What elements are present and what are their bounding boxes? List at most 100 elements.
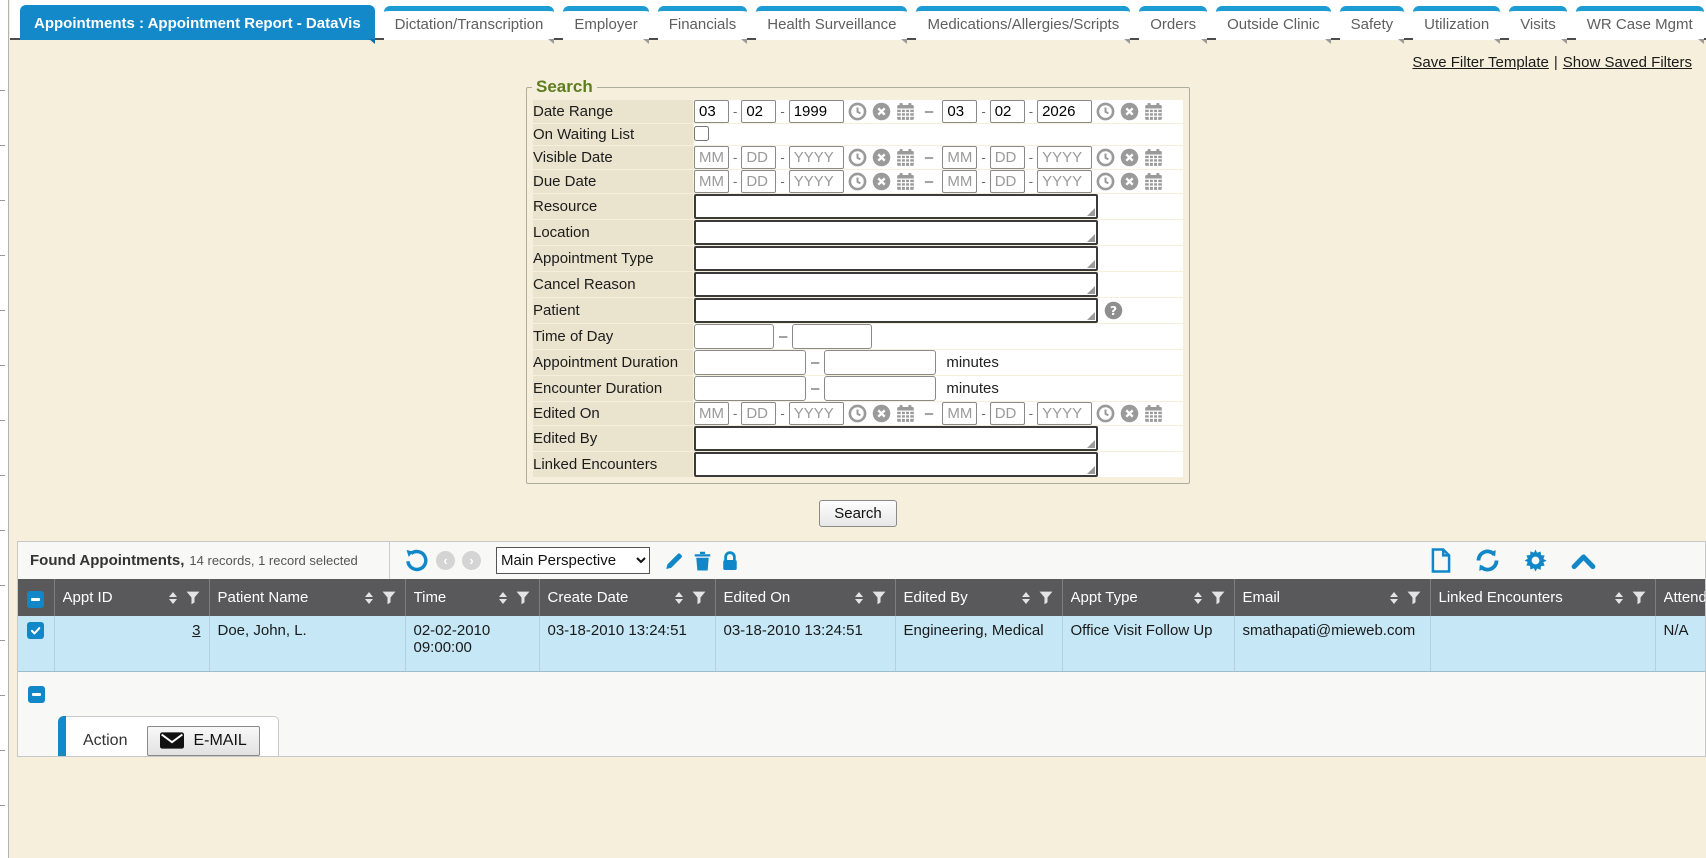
filter-icon[interactable] <box>1211 591 1225 605</box>
edited-on-from-day-input[interactable] <box>741 402 776 425</box>
lock-icon[interactable] <box>721 551 739 571</box>
calendar-icon[interactable] <box>1144 148 1163 167</box>
tab-wr-case-mgmt[interactable]: WR Case Mgmt <box>1576 6 1704 40</box>
edited-on-from-year-input[interactable] <box>789 402 844 425</box>
tab-employer[interactable]: Employer <box>563 6 648 40</box>
column-header-attending[interactable]: Attending <box>1655 579 1706 616</box>
time-of-day-from-input[interactable] <box>694 324 774 349</box>
date-range-from-day-input[interactable] <box>741 100 776 123</box>
visible-date-to-year-input[interactable] <box>1037 146 1092 169</box>
resource-input[interactable] <box>694 194 1098 219</box>
filter-icon[interactable] <box>516 591 530 605</box>
column-header-edited-on[interactable]: Edited On <box>715 579 895 616</box>
date-range-to-month-input[interactable] <box>942 100 977 123</box>
due-date-to-year-input[interactable] <box>1037 170 1092 193</box>
tab-health-surveillance[interactable]: Health Surveillance <box>756 6 907 40</box>
filter-icon[interactable] <box>186 591 200 605</box>
due-date-to-day-input[interactable] <box>990 170 1025 193</box>
clear-date-icon[interactable] <box>1120 148 1139 167</box>
back-icon[interactable]: ‹ <box>436 551 455 570</box>
column-header-appt-type[interactable]: Appt Type <box>1062 579 1234 616</box>
due-date-from-year-input[interactable] <box>789 170 844 193</box>
edited-by-input[interactable] <box>694 426 1098 451</box>
date-range-to-day-input[interactable] <box>990 100 1025 123</box>
sort-icon[interactable] <box>675 592 683 604</box>
undo-icon[interactable] <box>405 549 428 572</box>
sort-icon[interactable] <box>1390 592 1398 604</box>
edited-on-to-day-input[interactable] <box>990 402 1025 425</box>
edited-on-to-month-input[interactable] <box>942 402 977 425</box>
tab-dictation-transcription[interactable]: Dictation/Transcription <box>384 6 555 40</box>
appointment-duration-max-input[interactable] <box>824 350 936 375</box>
tab-visits[interactable]: Visits <box>1509 6 1567 40</box>
calendar-icon[interactable] <box>1144 102 1163 121</box>
filter-icon[interactable] <box>872 591 886 605</box>
visible-date-from-month-input[interactable] <box>694 146 729 169</box>
collapse-results-icon[interactable] <box>28 686 45 703</box>
email-button[interactable]: E-MAIL <box>147 726 259 756</box>
appt-id-link[interactable]: 3 <box>192 622 200 639</box>
select-all-checkbox[interactable] <box>27 591 44 608</box>
delete-trash-icon[interactable] <box>693 551 712 571</box>
filter-icon[interactable] <box>382 591 396 605</box>
column-header-edited-by[interactable]: Edited By <box>895 579 1062 616</box>
visible-date-from-year-input[interactable] <box>789 146 844 169</box>
cancel-reason-input[interactable] <box>694 272 1098 297</box>
calendar-icon[interactable] <box>896 148 915 167</box>
patient-input[interactable] <box>694 298 1098 323</box>
tab-orders[interactable]: Orders <box>1139 6 1207 40</box>
clock-icon[interactable] <box>1096 404 1115 423</box>
edit-pencil-icon[interactable] <box>664 551 684 571</box>
due-date-from-day-input[interactable] <box>741 170 776 193</box>
filter-icon[interactable] <box>1407 591 1421 605</box>
sort-icon[interactable] <box>1194 592 1202 604</box>
encounter-duration-max-input[interactable] <box>824 376 936 401</box>
clock-icon[interactable] <box>1096 102 1115 121</box>
due-date-to-month-input[interactable] <box>942 170 977 193</box>
calendar-icon[interactable] <box>1144 404 1163 423</box>
sort-icon[interactable] <box>1615 592 1623 604</box>
perspective-select[interactable]: Main Perspective <box>496 547 650 574</box>
calendar-icon[interactable] <box>1144 172 1163 191</box>
appointment-type-input[interactable] <box>694 246 1098 271</box>
visible-date-from-day-input[interactable] <box>741 146 776 169</box>
clear-date-icon[interactable] <box>1120 404 1139 423</box>
clear-date-icon[interactable] <box>1120 102 1139 121</box>
collapse-panel-icon[interactable] <box>1571 552 1596 570</box>
appointment-duration-min-input[interactable] <box>694 350 806 375</box>
tab-financials[interactable]: Financials <box>658 6 748 40</box>
save-filter-template-link[interactable]: Save Filter Template <box>1412 54 1548 71</box>
sort-icon[interactable] <box>499 592 507 604</box>
tab-outside-clinic[interactable]: Outside Clinic <box>1216 6 1331 40</box>
clock-icon[interactable] <box>848 172 867 191</box>
column-header-email[interactable]: Email <box>1234 579 1430 616</box>
sort-icon[interactable] <box>855 592 863 604</box>
tab-appointments-report[interactable]: Appointments : Appointment Report - Data… <box>20 5 375 40</box>
clear-date-icon[interactable] <box>872 148 891 167</box>
clock-icon[interactable] <box>848 404 867 423</box>
row-checkbox[interactable] <box>27 622 44 639</box>
clock-icon[interactable] <box>1096 148 1115 167</box>
clear-date-icon[interactable] <box>872 102 891 121</box>
clock-icon[interactable] <box>1096 172 1115 191</box>
tab-medications-allergies-scripts[interactable]: Medications/Allergies/Scripts <box>916 6 1130 40</box>
visible-date-to-day-input[interactable] <box>990 146 1025 169</box>
date-range-from-year-input[interactable] <box>789 100 844 123</box>
refresh-icon[interactable] <box>1475 549 1500 572</box>
calendar-icon[interactable] <box>896 404 915 423</box>
settings-gear-icon[interactable] <box>1523 548 1548 573</box>
date-range-to-year-input[interactable] <box>1037 100 1092 123</box>
clock-icon[interactable] <box>848 148 867 167</box>
filter-icon[interactable] <box>1632 591 1646 605</box>
location-input[interactable] <box>694 220 1098 245</box>
edited-on-to-year-input[interactable] <box>1037 402 1092 425</box>
search-button[interactable]: Search <box>819 500 897 527</box>
encounter-duration-min-input[interactable] <box>694 376 806 401</box>
show-saved-filters-link[interactable]: Show Saved Filters <box>1563 54 1692 71</box>
due-date-from-month-input[interactable] <box>694 170 729 193</box>
tab-safety[interactable]: Safety <box>1340 6 1405 40</box>
column-header-linked-encounters[interactable]: Linked Encounters <box>1430 579 1655 616</box>
sort-icon[interactable] <box>365 592 373 604</box>
tab-utilization[interactable]: Utilization <box>1413 6 1500 40</box>
clear-date-icon[interactable] <box>1120 172 1139 191</box>
